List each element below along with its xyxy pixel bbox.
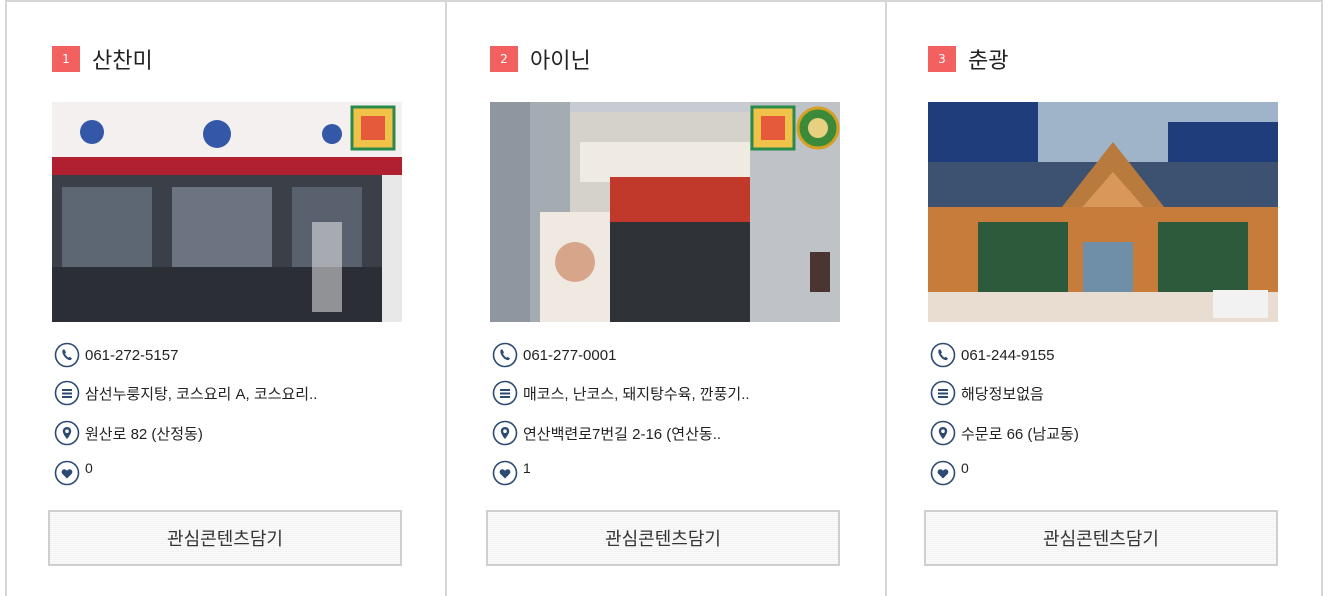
address: 연산백련로7번길 2-16 (연산동.. [523,425,722,443]
add-to-favorites-button[interactable]: 관심콘텐츠담기 [48,510,402,566]
phone-row: 061-272-5157 [52,340,402,370]
rank-badge: 1 [52,46,80,72]
menu-items: 해당정보없음 [961,385,1044,403]
phone-number[interactable]: 061-277-0001 [523,347,616,364]
location-pin-icon [490,418,520,448]
restaurant-name[interactable]: 산찬미 [92,43,153,75]
address: 수문로 66 (남교동) [961,425,1079,443]
heart-icon [928,458,958,488]
like-count: 0 [85,460,93,476]
menu-row: 해당정보없음 [928,378,1278,408]
phone-number[interactable]: 061-244-9155 [961,347,1054,364]
restaurant-card: 3 춘광 061-244-9155 해당정보없음 수문로 66 (남교동) 0 … [883,2,1321,596]
phone-row: 061-244-9155 [928,340,1278,370]
address-row: 원산로 82 (산정동) [52,418,402,448]
menu-list-icon [490,378,520,408]
menu-list-icon [928,378,958,408]
restaurant-name[interactable]: 아이닌 [530,43,591,75]
rank-badge: 2 [490,46,518,72]
like-count: 0 [961,460,969,476]
phone-number[interactable]: 061-272-5157 [85,347,178,364]
address-row: 연산백련로7번길 2-16 (연산동.. [490,418,840,448]
restaurant-name[interactable]: 춘광 [968,43,1008,75]
rank-badge: 3 [928,46,956,72]
likes-row: 0 [52,458,402,488]
restaurant-photo[interactable] [490,102,840,322]
restaurant-card: 2 아이닌 061-277-0001 매코스, 난코스, 돼지탕수육, 깐풍기.… [445,2,883,596]
card-title[interactable]: 1 산찬미 [52,44,153,74]
heart-icon [52,458,82,488]
add-to-favorites-button[interactable]: 관심콘텐츠담기 [486,510,840,566]
menu-list-icon [52,378,82,408]
like-count: 1 [523,460,531,476]
phone-icon [490,340,520,370]
address-row: 수문로 66 (남교동) [928,418,1278,448]
menu-items: 매코스, 난코스, 돼지탕수육, 깐풍기.. [523,385,750,403]
likes-row: 1 [490,458,840,488]
address: 원산로 82 (산정동) [85,425,203,443]
phone-icon [52,340,82,370]
likes-row: 0 [928,458,1278,488]
location-pin-icon [928,418,958,448]
card-title[interactable]: 3 춘광 [928,44,1008,74]
restaurant-card: 1 산찬미 061-272-5157 삼선누룽지탕, 코스요리 A, 코스요리.… [7,2,445,596]
menu-row: 삼선누룽지탕, 코스요리 A, 코스요리.. [52,378,402,408]
menu-row: 매코스, 난코스, 돼지탕수육, 깐풍기.. [490,378,840,408]
restaurant-photo[interactable] [52,102,402,322]
add-to-favorites-button[interactable]: 관심콘텐츠담기 [924,510,1278,566]
phone-row: 061-277-0001 [490,340,840,370]
right-border [1321,0,1323,596]
menu-items: 삼선누룽지탕, 코스요리 A, 코스요리.. [85,385,318,403]
phone-icon [928,340,958,370]
location-pin-icon [52,418,82,448]
card-title[interactable]: 2 아이닌 [490,44,591,74]
heart-icon [490,458,520,488]
restaurant-photo[interactable] [928,102,1278,322]
restaurant-card-list: 1 산찬미 061-272-5157 삼선누룽지탕, 코스요리 A, 코스요리.… [7,2,1321,596]
